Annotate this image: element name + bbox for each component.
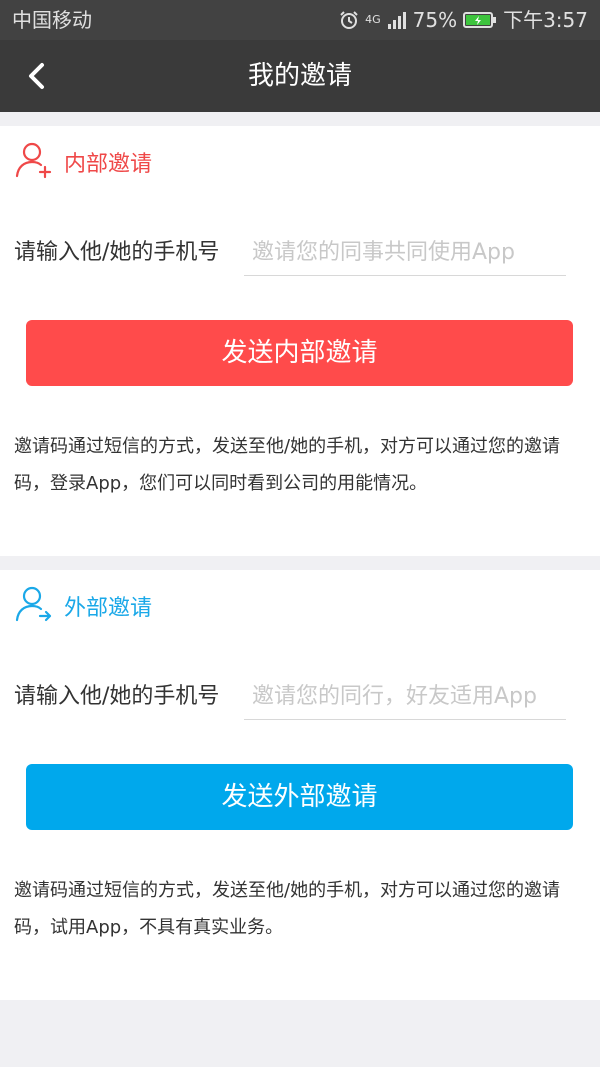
external-invite-title: 外部邀请 — [64, 596, 153, 621]
network-label: 4G — [365, 13, 381, 26]
status-right: 4G 75% 下午3:57 — [339, 0, 588, 40]
external-phone-row: 请输入他/她的手机号 — [14, 674, 574, 720]
external-invite-card: 外部邀请 请输入他/她的手机号 发送外部邀请 邀请码通过短信的方式，发送至他/她… — [0, 570, 600, 1000]
internal-phone-input[interactable] — [244, 230, 566, 276]
status-bar: 中国移动 4G 75% 下午3:57 — [0, 0, 600, 40]
nav-bar: 我的邀请 — [0, 40, 600, 112]
internal-phone-row: 请输入他/她的手机号 — [14, 230, 574, 276]
signal-icon — [387, 10, 407, 30]
person-forward-icon — [14, 584, 54, 628]
internal-invite-title: 内部邀请 — [64, 152, 153, 177]
external-invite-header: 外部邀请 — [14, 586, 152, 626]
external-phone-input[interactable] — [244, 674, 566, 720]
send-internal-invite-button[interactable]: 发送内部邀请 — [26, 320, 573, 386]
page-title: 我的邀请 — [247, 61, 352, 91]
carrier-label: 中国移动 — [12, 8, 92, 32]
external-invite-description: 邀请码通过短信的方式，发送至他/她的手机，对方可以通过您的邀请码，试用App，不… — [14, 880, 561, 938]
internal-invite-header: 内部邀请 — [14, 142, 152, 182]
person-add-icon — [14, 140, 54, 184]
internal-invite-description: 邀请码通过短信的方式，发送至他/她的手机，对方可以通过您的邀请码，登录App，您… — [14, 436, 561, 494]
external-phone-label: 请输入他/她的手机号 — [14, 684, 220, 709]
send-external-invite-button[interactable]: 发送外部邀请 — [26, 764, 573, 830]
internal-invite-card: 内部邀请 请输入他/她的手机号 发送内部邀请 邀请码通过短信的方式，发送至他/她… — [0, 126, 600, 556]
clock-time: 下午3:57 — [503, 8, 588, 32]
battery-percent: 75% — [412, 8, 458, 32]
alarm-icon — [339, 10, 359, 30]
battery-icon — [463, 10, 497, 30]
internal-phone-label: 请输入他/她的手机号 — [14, 240, 220, 265]
